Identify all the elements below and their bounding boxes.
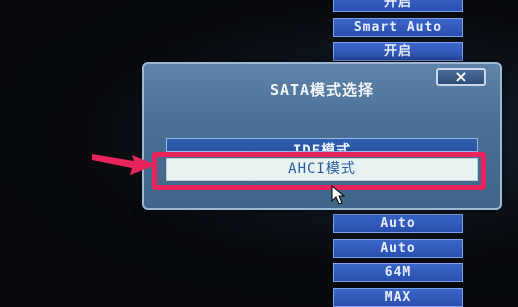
close-button[interactable]: ×: [436, 68, 486, 86]
bios-value-7[interactable]: 64M: [333, 263, 463, 282]
mouse-cursor-icon: [331, 185, 346, 205]
bios-value-3[interactable]: 开启: [333, 42, 463, 61]
highlight-annotation: [152, 152, 486, 190]
option-ide-mode[interactable]: IDE模式: [166, 138, 478, 152]
bios-value-5[interactable]: Auto: [333, 214, 463, 233]
bios-value-1[interactable]: 开启: [333, 0, 463, 12]
bios-value-2[interactable]: Smart Auto: [333, 18, 463, 37]
pointer-arrow-icon: [92, 154, 156, 175]
bios-value-6[interactable]: Auto: [333, 239, 463, 258]
close-icon: ×: [454, 67, 468, 86]
bios-value-8[interactable]: MAX: [333, 288, 463, 307]
